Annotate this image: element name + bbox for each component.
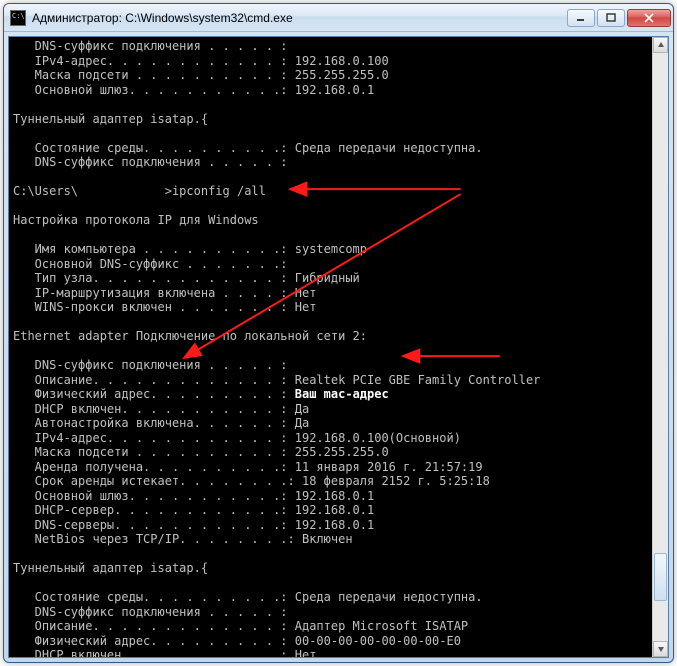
cmd-window: Администратор: C:\Windows\system32\cmd.e… xyxy=(3,3,674,663)
cmd-icon xyxy=(10,10,26,26)
line: Основной шлюз. . . . . . . . . . .: 192.… xyxy=(13,83,374,97)
vertical-scrollbar[interactable] xyxy=(652,37,668,657)
scroll-track[interactable] xyxy=(653,53,668,641)
line: Тип узла. . . . . . . . . . . . . : Гибр… xyxy=(13,271,360,285)
line: DNS-суффикс подключения . . . . . : xyxy=(13,605,288,619)
mac-annotation: Ваш mac-адрес xyxy=(295,387,389,401)
line: Описание. . . . . . . . . . . . . : Real… xyxy=(13,373,540,387)
window-title: Администратор: C:\Windows\system32\cmd.e… xyxy=(32,11,565,25)
scroll-thumb[interactable] xyxy=(654,553,667,601)
line: DHCP включен. . . . . . . . . . . : Да xyxy=(13,402,309,416)
line: IPv4-адрес. . . . . . . . . . . . : 192.… xyxy=(13,54,389,68)
line: Туннельный адаптер isatap.{ xyxy=(13,112,208,126)
scroll-down-button[interactable] xyxy=(653,641,668,657)
line: Состояние среды. . . . . . . . . .: Сред… xyxy=(13,590,483,604)
line: DNS-суффикс подключения . . . . . : xyxy=(13,155,288,169)
line: Основной шлюз. . . . . . . . . . .: 192.… xyxy=(13,489,374,503)
terminal-output[interactable]: DNS-суффикс подключения . . . . . : IPv4… xyxy=(9,37,652,657)
line: Ethernet adapter Подключение по локально… xyxy=(13,329,367,343)
line: Основной DNS-суффикс . . . . . . .: xyxy=(13,257,288,271)
close-button[interactable] xyxy=(627,9,671,27)
line: NetBios через TCP/IP. . . . . . . .: Вкл… xyxy=(13,532,353,546)
line: Маска подсети . . . . . . . . . . : 255.… xyxy=(13,445,389,459)
line: Срок аренды истекает. . . . . . . .: 18 … xyxy=(13,474,490,488)
line: DNS-суффикс подключения . . . . . : xyxy=(13,39,288,53)
line: Аренда получена. . . . . . . . . .: 11 я… xyxy=(13,460,483,474)
line: DNS-суффикс подключения . . . . . : xyxy=(13,358,288,372)
line: Туннельный адаптер isatap.{ xyxy=(13,561,208,575)
line: Маска подсети . . . . . . . . . . : 255.… xyxy=(13,68,389,82)
prompt-line: C:\Users\ >ipconfig /all xyxy=(13,184,266,198)
line: DNS-серверы. . . . . . . . . . . .: 192.… xyxy=(13,518,374,532)
line: Описание. . . . . . . . . . . . . : Адап… xyxy=(13,619,468,633)
maximize-button[interactable] xyxy=(597,9,625,27)
scroll-up-button[interactable] xyxy=(653,37,668,53)
minimize-button[interactable] xyxy=(567,9,595,27)
line: IPv4-адрес. . . . . . . . . . . . : 192.… xyxy=(13,431,461,445)
line: Автонастройка включена. . . . . . : Да xyxy=(13,416,309,430)
client-area: DNS-суффикс подключения . . . . . : IPv4… xyxy=(8,36,669,658)
line: IP-маршрутизация включена . . . . : Нет xyxy=(13,286,316,300)
line: Настройка протокола IP для Windows xyxy=(13,213,259,227)
titlebar[interactable]: Администратор: C:\Windows\system32\cmd.e… xyxy=(4,4,673,32)
line: Имя компьютера . . . . . . . . . .: syst… xyxy=(13,242,367,256)
line: WINS-прокси включен . . . . . . . : Нет xyxy=(13,300,316,314)
line: Состояние среды. . . . . . . . . .: Сред… xyxy=(13,141,483,155)
line: Физический адрес. . . . . . . . . : 00-0… xyxy=(13,634,461,648)
line: DHCP-сервер. . . . . . . . . . . .: 192.… xyxy=(13,503,374,517)
line: DHCP включен. . . . . . . . . . . : Нет xyxy=(13,648,316,657)
mac-line: Физический адрес. . . . . . . . . : Ваш … xyxy=(13,387,389,401)
